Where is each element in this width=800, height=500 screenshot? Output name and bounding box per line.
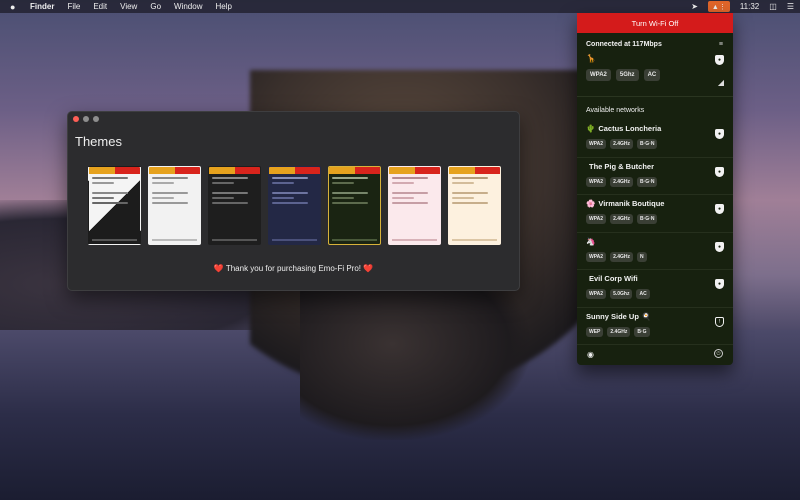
tag: AC — [636, 289, 650, 299]
network-tags: WPA2 2.4GHz N — [586, 251, 724, 262]
turn-wifi-off-button[interactable]: Turn Wi-Fi Off — [577, 13, 733, 33]
tag: WPA2 — [586, 251, 607, 262]
network-tags: WPA2 5.0Ghz AC — [586, 289, 724, 299]
apple-menu-icon[interactable]: ● — [10, 2, 20, 12]
network-item[interactable]: Evil Corp Wifi WPA2 5.0Ghz AC ● — [577, 270, 733, 308]
network-name: 🦄 — [586, 237, 724, 246]
network-tags: WEP 2.4GHz B·G — [586, 326, 724, 337]
menu-window[interactable]: Window — [174, 2, 202, 11]
tag: N — [637, 251, 647, 262]
tag: B·G·N — [637, 139, 658, 149]
theme-option-navy[interactable] — [268, 166, 321, 245]
connected-emoji: 🦒 — [586, 54, 596, 63]
shield-lock-icon: ● — [715, 279, 724, 289]
tag: AC — [643, 69, 661, 81]
network-item[interactable]: Sunny Side Up 🍳 WEP 2.4GHz B·G ! — [577, 308, 733, 345]
tag: 2.4GHz — [610, 251, 634, 262]
theme-option-cream[interactable] — [448, 166, 501, 245]
zoom-button[interactable] — [93, 116, 99, 122]
network-item[interactable]: The Pig & Butcher WPA2 2.4GHz B·G·N ● — [577, 158, 733, 195]
theme-option-light[interactable] — [148, 166, 201, 245]
shield-lock-icon: ● — [715, 55, 724, 65]
minimize-button[interactable] — [83, 116, 89, 122]
network-name: 🌵 Cactus Loncheria — [586, 124, 724, 133]
connected-network[interactable]: Connected at 117Mbps 🦒 ≡ ● WPA2 5Ghz AC … — [577, 33, 733, 97]
tag: 2.4GHz — [610, 139, 634, 149]
signal-strength-icon: ◢ — [717, 78, 724, 87]
tag: 2.4GHz — [607, 326, 631, 337]
network-item[interactable]: 🌸 Virmanik Boutique WPA2 2.4GHz B·G·N ● — [577, 195, 733, 233]
network-name: 🌸 Virmanik Boutique — [586, 199, 724, 208]
network-label: Cactus Loncheria — [598, 124, 662, 133]
status-area: ➤ ▲⋮ 11:32 ◫ ☰ — [691, 0, 794, 13]
network-name: The Pig & Butcher — [586, 162, 724, 171]
close-button[interactable] — [73, 116, 79, 122]
menu-file[interactable]: File — [67, 2, 80, 11]
time-label[interactable]: 11:32 — [740, 2, 759, 11]
network-emoji: 🦄 — [586, 236, 596, 246]
tag: 5.0Ghz — [610, 289, 633, 299]
network-name: Evil Corp Wifi — [586, 274, 724, 283]
tag: WPA2 — [586, 69, 611, 81]
shield-lock-icon: ● — [715, 241, 724, 252]
network-item[interactable]: 🦄 WPA2 2.4GHz N ● — [577, 233, 733, 270]
tag: WPA2 — [586, 289, 607, 299]
connected-title: Connected at 117Mbps — [586, 41, 662, 48]
network-emoji: 🍳 — [641, 311, 652, 321]
location-arrow-icon: ➤ — [691, 2, 698, 11]
thanks-message: ❤️ Thank you for purchasing Emo-Fi Pro! … — [213, 264, 374, 273]
menu-edit[interactable]: Edit — [93, 2, 107, 11]
shield-lock-icon: ● — [715, 129, 724, 139]
connected-tags: WPA2 5Ghz AC — [586, 69, 724, 81]
tag: WEP — [586, 326, 604, 337]
menu-finder[interactable]: Finder — [30, 2, 54, 11]
shield-unlocked-icon: ! — [715, 316, 724, 327]
network-label: Virmanik Boutique — [598, 199, 665, 208]
themes-window: Themes ❤️ Thank you for purchasing Emo-F… — [67, 111, 520, 291]
tag: B·G — [634, 326, 650, 337]
network-label: Sunny Side Up — [586, 311, 639, 321]
emo-fi-status-icon[interactable]: ▲⋮ — [707, 1, 730, 12]
window-controls — [73, 116, 99, 122]
wifi-dropdown-panel: Turn Wi-Fi Off Connected at 117Mbps 🦒 ≡ … — [577, 13, 733, 365]
available-networks-label: Available networks — [586, 107, 645, 114]
panel-footer: ◉ ⏻ — [577, 345, 733, 365]
eye-icon[interactable]: ◉ — [587, 350, 594, 359]
tag: B·G·N — [637, 214, 658, 224]
network-item[interactable]: 🌵 Cactus Loncheria WPA2 2.4GHz B·G·N ● — [577, 120, 733, 158]
power-icon[interactable]: ⏻ — [714, 349, 723, 358]
network-tags: WPA2 2.4GHz B·G·N — [586, 214, 724, 224]
network-emoji: 🌸 — [586, 199, 596, 208]
background-rocks — [300, 280, 530, 440]
tag: WPA2 — [586, 176, 607, 187]
tag: 2.4GHz — [610, 176, 634, 187]
theme-option-forest[interactable] — [328, 166, 381, 245]
theme-thumbnails — [88, 166, 501, 245]
tag: B·G·N — [637, 176, 658, 187]
menu-help[interactable]: Help — [215, 2, 231, 11]
control-center-icon[interactable]: ◫ — [769, 2, 777, 11]
theme-option-dark[interactable] — [208, 166, 261, 245]
network-tags: WPA2 2.4GHz B·G·N — [586, 176, 724, 187]
network-emoji: 🌵 — [586, 124, 596, 133]
tag: 2.4GHz — [610, 214, 634, 224]
tag: WPA2 — [586, 214, 607, 224]
shield-lock-icon: ● — [715, 204, 724, 214]
window-title: Themes — [75, 134, 122, 149]
theme-option-split[interactable] — [88, 166, 141, 245]
menu-go[interactable]: Go — [150, 2, 161, 11]
network-label: Evil Corp Wifi — [589, 274, 638, 283]
menu-bar: ● Finder File Edit View Go Window Help ➤… — [0, 0, 800, 13]
menu-view[interactable]: View — [120, 2, 137, 11]
shield-lock-icon: ● — [715, 166, 724, 177]
network-label: The Pig & Butcher — [589, 161, 655, 171]
theme-option-pink[interactable] — [388, 166, 441, 245]
settings-sliders-icon[interactable]: ≡ — [719, 41, 723, 48]
tag: WPA2 — [586, 139, 607, 149]
network-tags: WPA2 2.4GHz B·G·N — [586, 139, 724, 149]
notification-list-icon[interactable]: ☰ — [787, 2, 794, 11]
tag: 5Ghz — [615, 69, 639, 81]
network-name: Sunny Side Up 🍳 — [586, 312, 724, 321]
